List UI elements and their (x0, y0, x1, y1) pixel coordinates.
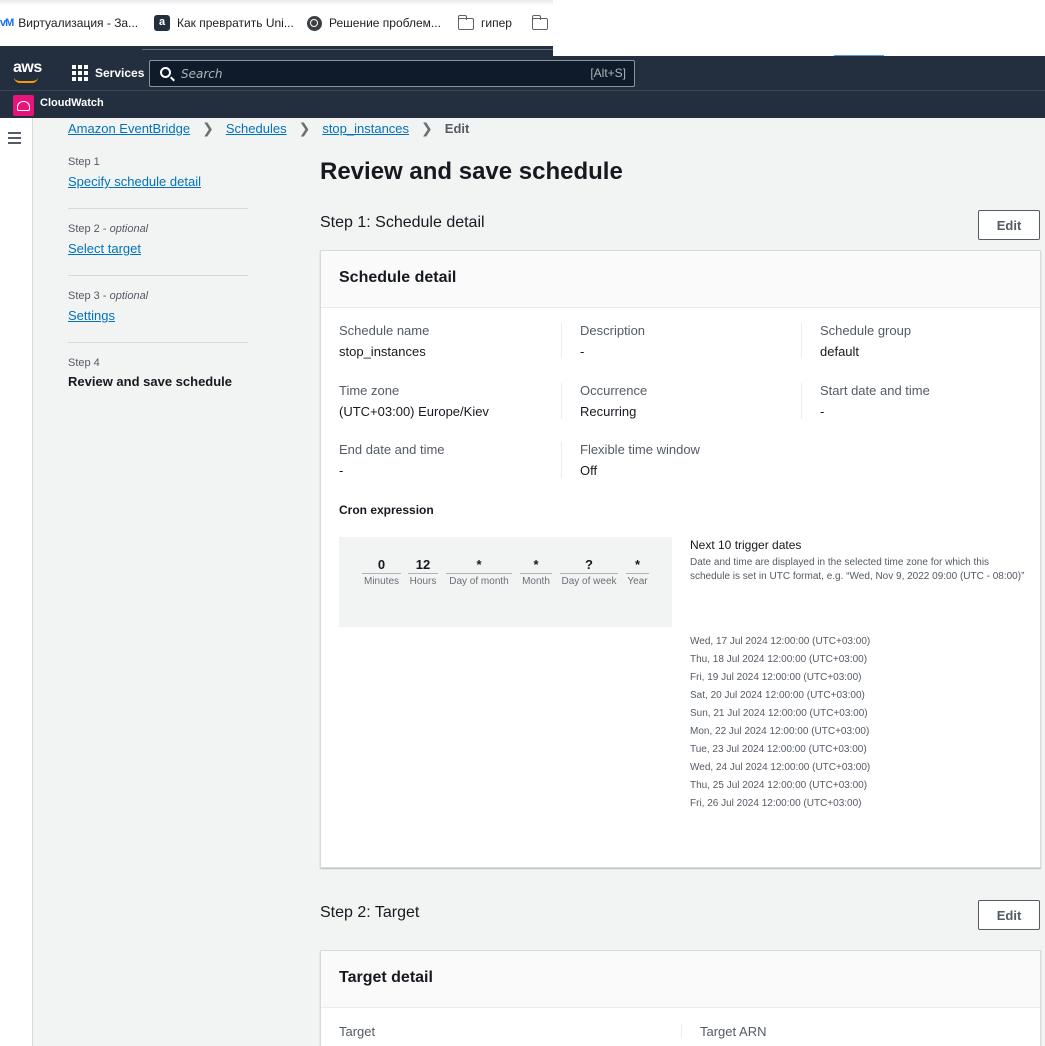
bookmark-label: Виртуализация - За... (18, 16, 139, 30)
step-number: Step 4 (68, 357, 100, 369)
trigger-date: Fri, 19 Jul 2024 12:00:00 (UTC+03:00) (690, 672, 862, 683)
field-occurrence: Occurrence Recurring (561, 383, 783, 419)
cron-day-of-month: * Day of month (446, 557, 512, 587)
aws-smile-icon (14, 77, 38, 83)
grid-icon (72, 65, 88, 81)
page-title: Review and save schedule (320, 158, 623, 185)
search-box[interactable]: [Alt+S] (149, 60, 635, 87)
trigger-date: Tue, 23 Jul 2024 12:00:00 (UTC+03:00) (690, 744, 867, 755)
main-content: Amazon EventBridge ❯ Schedules ❯ stop_in… (0, 118, 1045, 1046)
step2-heading: Step 2: Target (320, 904, 420, 921)
bookmark-folder[interactable] (531, 0, 555, 46)
blank-area (553, 46, 1045, 56)
cron-hours: 12 Hours (408, 557, 438, 587)
trigger-date: Fri, 26 Jul 2024 12:00:00 (UTC+03:00) (690, 798, 862, 809)
wizard-current-step: Review and save schedule (68, 374, 233, 389)
bookmark-label: Как превратить Uni... (177, 16, 294, 30)
breadcrumb-eventbridge[interactable]: Amazon EventBridge (68, 121, 190, 136)
bookmark-item[interactable]: Решение проблем... (307, 0, 441, 46)
wizard-step-2: Step 2 - optional Select target (68, 223, 248, 276)
field-schedule-name: Schedule name stop_instances (339, 323, 430, 359)
field-target: Target (339, 1024, 376, 1039)
divider (142, 49, 553, 50)
search-input[interactable] (181, 65, 561, 83)
aws-top-nav: aws Services [Alt+S] (0, 56, 1045, 90)
cron-expression-label: Cron expression (339, 503, 434, 517)
field-time-zone: Time zone (UTC+03:00) Europe/Kiev (339, 383, 489, 419)
wizard-link-settings[interactable]: Settings (68, 308, 115, 323)
search-icon (160, 67, 171, 78)
folder-icon (457, 15, 474, 30)
aws-logo-text: aws (13, 59, 42, 76)
field-schedule-group: Schedule group default (801, 323, 1023, 359)
cloudwatch-icon[interactable] (13, 95, 34, 116)
bookmark-item[interactable]: a Как превратить Uni... (154, 0, 294, 46)
trigger-date: Wed, 17 Jul 2024 12:00:00 (UTC+03:00) (690, 636, 871, 647)
cron-minutes: 0 Minutes (362, 557, 401, 587)
trigger-date: Wed, 24 Jul 2024 12:00:00 (UTC+03:00) (690, 762, 871, 773)
step-number: Step 2 - optional (68, 223, 149, 235)
trigger-date: Mon, 22 Jul 2024 12:00:00 (UTC+03:00) (690, 726, 870, 737)
cron-expression-box: 0 Minutes 12 Hours * Day of month * Month ? D… (339, 537, 672, 627)
trigger-date: Thu, 18 Jul 2024 12:00:00 (UTC+03:00) (690, 654, 868, 665)
field-end-date: End date and time - (339, 442, 445, 478)
step-number: Step 3 - optional (68, 290, 149, 302)
menu-icon[interactable] (8, 132, 21, 144)
wizard-step-1: Step 1 Specify schedule detail (68, 156, 248, 209)
cron-day-of-week: ? Day of week (560, 557, 618, 587)
trigger-date: Sun, 21 Jul 2024 12:00:00 (UTC+03:00) (690, 708, 868, 719)
bookmark-label: гипер (481, 16, 512, 30)
field-flexible-window: Flexible time window Off (561, 442, 783, 478)
globe-icon (307, 15, 322, 31)
schedule-detail-card: Schedule detail Schedule name stop_instan… (320, 250, 1041, 868)
side-nav-rail (0, 118, 33, 1046)
trigger-dates-description: Date and time are displayed in the selec… (690, 557, 1025, 582)
bookmarks-bar: vM Виртуализация - За... a Как превратит… (0, 0, 553, 46)
nav-top-edge (0, 46, 1045, 56)
folder-icon (531, 15, 548, 30)
trigger-dates-list: Wed, 17 Jul 2024 12:00:00 (UTC+03:00) Th… (690, 635, 870, 815)
wizard-steps: Step 1 Specify schedule detail Step 2 - … (68, 156, 248, 420)
breadcrumb-schedules[interactable]: Schedules (226, 121, 287, 136)
breadcrumb: Amazon EventBridge ❯ Schedules ❯ stop_in… (68, 120, 469, 137)
field-start-date: Start date and time - (801, 383, 1023, 419)
chevron-right-icon: ❯ (202, 120, 214, 136)
breadcrumb-schedule[interactable]: stop_instances (322, 121, 409, 136)
bookmark-item[interactable]: vM Виртуализация - За... (0, 0, 138, 46)
bookmark-folder[interactable]: гипер (457, 0, 512, 46)
services-label: Services (95, 66, 145, 80)
cron-month: * Month (520, 557, 552, 587)
step-number: Step 1 (68, 156, 100, 168)
aws-logo[interactable]: aws (13, 59, 42, 83)
chevron-right-icon: ❯ (298, 120, 311, 136)
search-shortcut: [Alt+S] (590, 66, 626, 80)
chevron-right-icon: ❯ (421, 120, 433, 136)
edit-step1-button[interactable]: Edit (978, 210, 1040, 240)
breadcrumb-current: Edit (444, 121, 470, 136)
wizard-link-schedule-detail[interactable]: Specify schedule detail (68, 174, 201, 189)
vm-icon: vM (0, 17, 14, 29)
card-title: Target detail (321, 951, 1040, 1008)
a-icon: a (154, 15, 170, 31)
edit-step2-button[interactable]: Edit (978, 900, 1040, 930)
service-bar: CloudWatch (0, 90, 1045, 118)
wizard-link-select-target[interactable]: Select target (68, 241, 141, 256)
trigger-date: Sat, 20 Jul 2024 12:00:00 (UTC+03:00) (690, 690, 865, 701)
service-favorite-cloudwatch[interactable]: CloudWatch (40, 97, 104, 109)
trigger-date: Thu, 25 Jul 2024 12:00:00 (UTC+03:00) (690, 780, 868, 791)
target-detail-card: Target detail Target Target ARN (320, 950, 1041, 1046)
step1-heading: Step 1: Schedule detail (320, 214, 485, 231)
wizard-step-3: Step 3 - optional Settings (68, 290, 248, 343)
trigger-dates-title: Next 10 trigger dates (690, 538, 802, 552)
field-description: Description - (561, 323, 783, 359)
card-title: Schedule detail (321, 251, 1040, 308)
services-menu-button[interactable]: Services (72, 65, 144, 81)
wizard-step-4: Step 4 Review and save schedule (68, 357, 248, 406)
bookmark-label: Решение проблем... (329, 16, 441, 30)
cron-year: * Year (626, 557, 649, 587)
field-target-arn: Target ARN (681, 1024, 1021, 1039)
